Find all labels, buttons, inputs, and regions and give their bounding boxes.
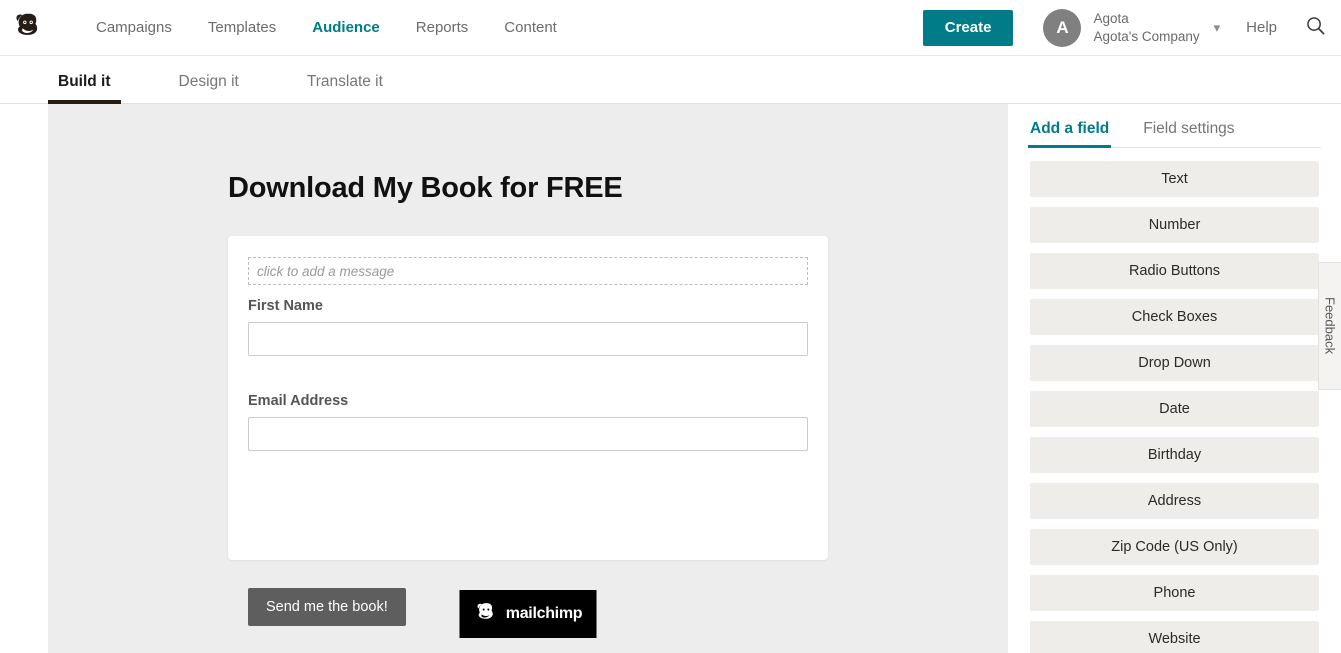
field-label-email-address: Email Address	[248, 393, 349, 409]
nav-item-content[interactable]: Content	[486, 0, 575, 56]
email-address-input[interactable]	[248, 417, 808, 451]
field-type-birthday[interactable]: Birthday	[1030, 437, 1319, 473]
field-first-name[interactable]: First Name	[248, 298, 808, 356]
field-type-drop-down[interactable]: Drop Down	[1030, 345, 1319, 381]
field-type-date[interactable]: Date	[1030, 391, 1319, 427]
right-panel: Add a field Field settings Text Number R…	[1008, 104, 1341, 653]
mailchimp-badge-text: mailchimp	[505, 605, 583, 622]
message-placeholder-text: click to add a message	[257, 263, 395, 279]
search-button[interactable]	[1303, 16, 1327, 40]
header-actions: Create A Agota Agota's Company ▾ Help	[922, 0, 1341, 56]
account-text: Agota Agota's Company	[1093, 10, 1199, 46]
help-link[interactable]: Help	[1246, 19, 1277, 36]
account-company: Agota's Company	[1093, 28, 1200, 44]
create-button[interactable]: Create	[922, 9, 1014, 46]
tab-field-settings[interactable]: Field settings	[1141, 120, 1236, 147]
mailchimp-badge[interactable]: mailchimp	[459, 590, 597, 638]
field-type-list: Text Number Radio Buttons Check Boxes Dr…	[1030, 161, 1319, 653]
submit-button[interactable]: Send me the book!	[248, 588, 406, 626]
nav-item-reports[interactable]: Reports	[398, 0, 487, 56]
account-menu[interactable]: A Agota Agota's Company ▾	[1043, 8, 1221, 47]
builder-tabs: Build it Design it Translate it	[0, 56, 1341, 104]
primary-nav: Campaigns Templates Audience Reports Con…	[78, 0, 575, 56]
feedback-tab[interactable]: Feedback	[1318, 262, 1341, 390]
nav-item-campaigns[interactable]: Campaigns	[78, 0, 190, 56]
search-icon	[1305, 15, 1326, 41]
field-type-website[interactable]: Website	[1030, 621, 1319, 653]
field-type-zip-code[interactable]: Zip Code (US Only)	[1030, 529, 1319, 565]
avatar: A	[1043, 8, 1082, 47]
signup-form-card: click to add a message First Name Email …	[228, 236, 828, 626]
tab-add-a-field[interactable]: Add a field	[1028, 120, 1112, 148]
field-type-radio-buttons[interactable]: Radio Buttons	[1030, 253, 1319, 289]
mailchimp-monkey-logo-icon	[11, 8, 45, 47]
mailchimp-monkey-logo-icon	[474, 599, 499, 629]
right-panel-tabs: Add a field Field settings	[1028, 104, 1321, 148]
mailchimp-logo-link[interactable]	[0, 0, 56, 56]
tab-design-it[interactable]: Design it	[169, 73, 249, 103]
message-placeholder[interactable]: click to add a message	[248, 257, 808, 285]
field-type-check-boxes[interactable]: Check Boxes	[1030, 299, 1319, 335]
top-header: Campaigns Templates Audience Reports Con…	[0, 0, 1341, 56]
field-type-text[interactable]: Text	[1030, 161, 1319, 197]
form-title[interactable]: Download My Book for FREE	[228, 172, 1008, 205]
account-name: Agota	[1093, 10, 1129, 26]
tab-build-it[interactable]: Build it	[48, 73, 121, 104]
field-type-address[interactable]: Address	[1030, 483, 1319, 519]
first-name-input[interactable]	[248, 322, 808, 356]
field-label-first-name: First Name	[248, 298, 323, 314]
feedback-label: Feedback	[1322, 297, 1338, 355]
field-email-address[interactable]: Email Address	[248, 393, 808, 451]
nav-item-audience[interactable]: Audience	[294, 0, 398, 56]
field-type-number[interactable]: Number	[1030, 207, 1319, 243]
form-preview-canvas: Download My Book for FREE click to add a…	[48, 104, 1008, 653]
tab-translate-it[interactable]: Translate it	[297, 73, 393, 103]
nav-item-templates[interactable]: Templates	[190, 0, 294, 56]
chevron-down-icon: ▾	[1213, 20, 1221, 35]
field-type-phone[interactable]: Phone	[1030, 575, 1319, 611]
